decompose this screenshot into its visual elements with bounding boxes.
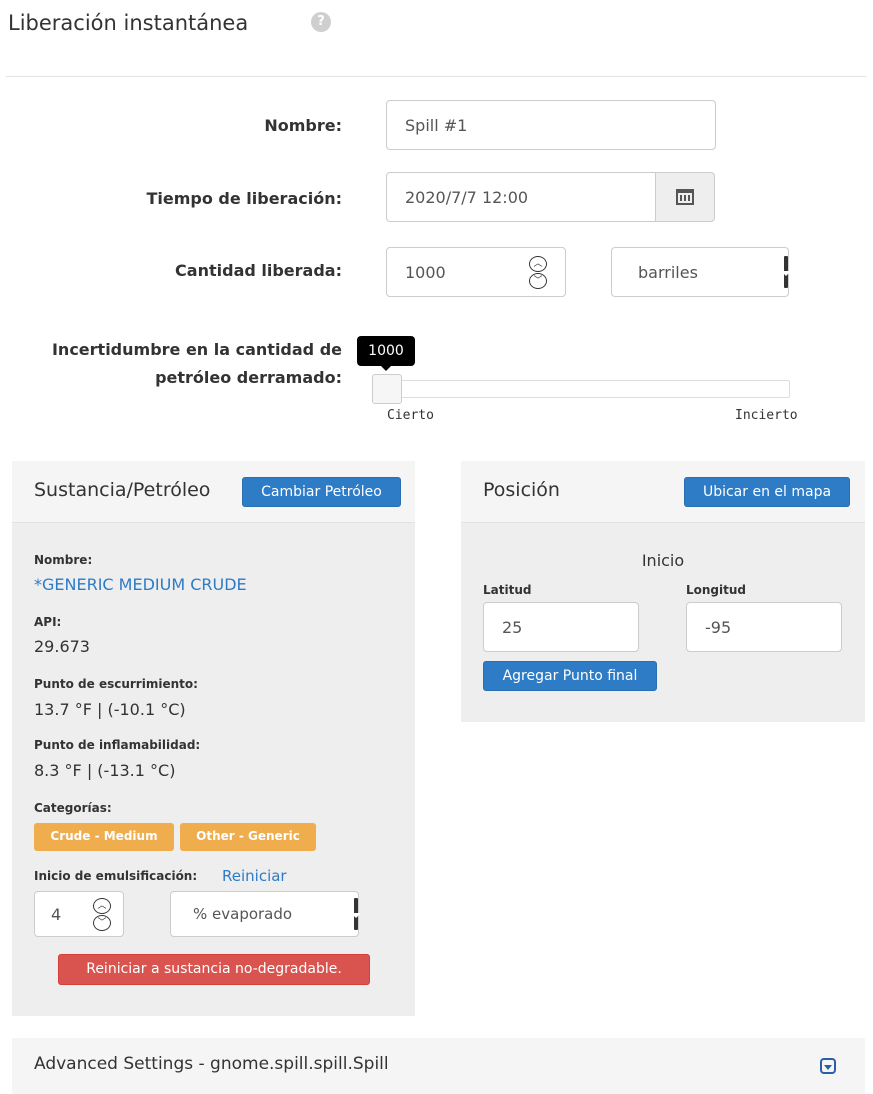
amount-stepper[interactable]: ︿ ﹀ xyxy=(529,255,547,289)
advanced-settings-bar[interactable]: Advanced Settings - gnome.spill.spill.Sp… xyxy=(12,1038,865,1094)
select-arrow-icon xyxy=(781,256,791,288)
api-label: API: xyxy=(34,615,62,629)
name-label: Nombre: xyxy=(264,116,342,135)
calendar-button[interactable] xyxy=(655,172,715,222)
emulsion-unit-select[interactable]: % evaporado xyxy=(170,891,361,937)
emulsion-input[interactable]: 4 ︿ ﹀ xyxy=(34,891,124,937)
uncertainty-slider-track[interactable] xyxy=(375,380,790,398)
units-select[interactable]: barriles xyxy=(611,247,791,297)
flash-point-label: Punto de inflamabilidad: xyxy=(34,738,201,752)
latitude-input[interactable]: 25 xyxy=(483,602,639,652)
api-value: 29.673 xyxy=(34,637,90,656)
longitude-input[interactable]: -95 xyxy=(686,602,842,652)
category-tag: Other - Generic xyxy=(180,823,316,851)
start-label: Inicio xyxy=(641,551,685,570)
emulsion-value: 4 xyxy=(51,904,62,924)
units-value: barriles xyxy=(638,262,698,282)
amount-label: Cantidad liberada: xyxy=(175,261,342,280)
pour-point-label: Punto de escurrimiento: xyxy=(34,677,198,691)
advanced-settings-title: Advanced Settings - gnome.spill.spill.Sp… xyxy=(34,1054,389,1074)
flash-point-value: 8.3 °F | (-13.1 °C) xyxy=(34,761,176,780)
uncertainty-label-line1: Incertidumbre en la cantidad de xyxy=(51,340,342,359)
change-oil-button[interactable]: Cambiar Petróleo xyxy=(242,477,401,507)
longitude-value: -95 xyxy=(705,617,732,637)
substance-panel-title: Sustancia/Petróleo xyxy=(34,479,211,501)
slider-max-label: Incierto xyxy=(735,408,798,423)
substance-name-link[interactable]: *GENERIC MEDIUM CRUDE xyxy=(34,575,247,594)
pour-point-value: 13.7 °F | (-10.1 °C) xyxy=(34,700,186,719)
chevron-down-icon[interactable]: ﹀ xyxy=(93,914,111,931)
emulsion-stepper[interactable]: ︿ ﹀ xyxy=(93,897,111,931)
reset-nondegradable-button[interactable]: Reiniciar a sustancia no-degradable. xyxy=(58,954,370,985)
emulsion-label: Inicio de emulsificación: xyxy=(34,869,198,883)
release-time-input[interactable]: 2020/7/7 12:00 xyxy=(386,172,656,222)
uncertainty-label: Incertidumbre en la cantidad de petróleo… xyxy=(6,336,342,392)
uncertainty-label-line2: petróleo derramado: xyxy=(155,368,342,387)
chevron-up-icon[interactable]: ︿ xyxy=(529,255,547,272)
amount-input[interactable]: 1000 ︿ ﹀ xyxy=(386,247,566,297)
amount-value: 1000 xyxy=(405,262,446,282)
categories-label: Categorías: xyxy=(34,801,112,815)
emulsion-reset-link[interactable]: Reiniciar xyxy=(222,867,287,885)
divider xyxy=(6,76,867,77)
page-title: Liberación instantánea xyxy=(8,11,249,35)
name-input-value: Spill #1 xyxy=(405,115,468,135)
select-arrow-icon xyxy=(351,898,361,930)
position-panel-title: Posición xyxy=(483,479,560,501)
release-time-value: 2020/7/7 12:00 xyxy=(405,187,529,207)
help-icon[interactable]: ? xyxy=(311,12,331,32)
uncertainty-slider-handle[interactable] xyxy=(372,374,402,404)
substance-name-label: Nombre: xyxy=(34,553,93,567)
emulsion-unit-value: % evaporado xyxy=(193,905,293,923)
latitude-value: 25 xyxy=(502,617,523,637)
substance-panel: Sustancia/Petróleo Cambiar Petróleo Nomb… xyxy=(12,461,415,1016)
chevron-down-square-icon[interactable] xyxy=(820,1058,836,1074)
slider-tooltip: 1000 xyxy=(357,336,415,371)
chevron-up-icon[interactable]: ︿ xyxy=(93,897,111,914)
position-panel: Posición Ubicar en el mapa Inicio Latitu… xyxy=(461,461,865,722)
category-tag: Crude - Medium xyxy=(34,823,174,851)
longitude-label: Longitud xyxy=(686,583,747,597)
calendar-icon xyxy=(676,189,694,205)
chevron-down-icon[interactable]: ﹀ xyxy=(529,272,547,289)
name-input[interactable]: Spill #1 xyxy=(386,100,716,150)
slider-min-label: Cierto xyxy=(387,408,434,423)
add-end-point-button[interactable]: Agregar Punto final xyxy=(483,661,657,691)
release-time-label: Tiempo de liberación: xyxy=(146,189,342,208)
locate-on-map-button[interactable]: Ubicar en el mapa xyxy=(684,477,850,507)
latitude-label: Latitud xyxy=(483,583,532,597)
